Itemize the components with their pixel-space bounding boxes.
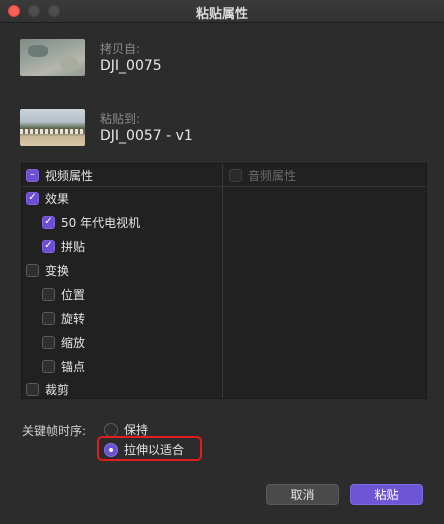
- attributes-panel: – 视频属性 音频属性 ✓ 效果 ✓ 50 年代电视机 ✓ 拼贴 变换 位置 旋…: [21, 163, 427, 399]
- attr-crop[interactable]: 裁剪: [26, 379, 69, 399]
- anchor-label: 锚点: [61, 359, 86, 374]
- transform-label: 变换: [45, 263, 70, 278]
- attr-effects[interactable]: ✓ 效果: [26, 188, 69, 208]
- attr-rotation[interactable]: 旋转: [42, 308, 85, 328]
- audio-attributes-label: 音频属性: [248, 168, 297, 183]
- keyframe-option-stretch[interactable]: 拉伸以适合: [104, 441, 184, 458]
- destination-clip-name: DJI_0057 - v1: [100, 128, 193, 144]
- maintain-radio[interactable]: [104, 422, 118, 437]
- anchor-checkbox[interactable]: [42, 359, 55, 373]
- video-attributes-label: 视频属性: [45, 168, 94, 183]
- rotation-label: 旋转: [61, 311, 86, 326]
- crop-label: 裁剪: [45, 382, 70, 397]
- attr-anchor[interactable]: 锚点: [42, 356, 85, 376]
- scale-label: 缩放: [61, 335, 86, 350]
- destination-label: 粘贴到:: [100, 112, 141, 126]
- crop-checkbox[interactable]: [26, 382, 39, 396]
- paste-button[interactable]: 粘贴: [350, 484, 423, 505]
- position-label: 位置: [61, 287, 86, 302]
- paste-attributes-window: 粘贴属性 拷贝自: DJI_0075 粘贴到: DJI_0057 - v1 – …: [0, 0, 444, 524]
- video-attributes-checkbox[interactable]: –: [26, 168, 39, 182]
- scale-checkbox[interactable]: [42, 335, 55, 349]
- 50s-tv-label: 50 年代电视机: [61, 215, 141, 230]
- stretch-to-fit-label: 拉伸以适合: [124, 443, 185, 457]
- attr-scale[interactable]: 缩放: [42, 332, 85, 352]
- destination-thumbnail: [20, 109, 85, 146]
- source-label: 拷贝自:: [100, 42, 141, 56]
- window-title: 粘贴属性: [195, 7, 248, 22]
- audio-attributes-checkbox: [229, 168, 242, 182]
- panel-divider: [222, 164, 223, 398]
- attr-50s-tv[interactable]: ✓ 50 年代电视机: [42, 212, 140, 232]
- attr-collage[interactable]: ✓ 拼贴: [42, 236, 85, 256]
- rotation-checkbox[interactable]: [42, 311, 55, 325]
- 50s-tv-checkbox[interactable]: ✓: [42, 215, 55, 229]
- transform-checkbox[interactable]: [26, 263, 39, 277]
- audio-attributes-header: 音频属性: [229, 165, 296, 185]
- attr-position[interactable]: 位置: [42, 284, 85, 304]
- source-clip-name: DJI_0075: [100, 58, 162, 74]
- stretch-to-fit-radio[interactable]: [104, 442, 118, 457]
- collage-label: 拼贴: [61, 239, 86, 254]
- effects-checkbox[interactable]: ✓: [26, 191, 39, 205]
- keyframe-timing-label: 关键帧时序:: [22, 424, 87, 438]
- source-thumbnail: [20, 39, 85, 76]
- effects-label: 效果: [45, 191, 70, 206]
- cancel-button[interactable]: 取消: [266, 484, 339, 505]
- position-checkbox[interactable]: [42, 287, 55, 301]
- collage-checkbox[interactable]: ✓: [42, 239, 55, 253]
- title-bar: 粘贴属性: [0, 0, 444, 23]
- attr-transform[interactable]: 变换: [26, 260, 69, 280]
- video-attributes-header[interactable]: – 视频属性: [26, 165, 93, 185]
